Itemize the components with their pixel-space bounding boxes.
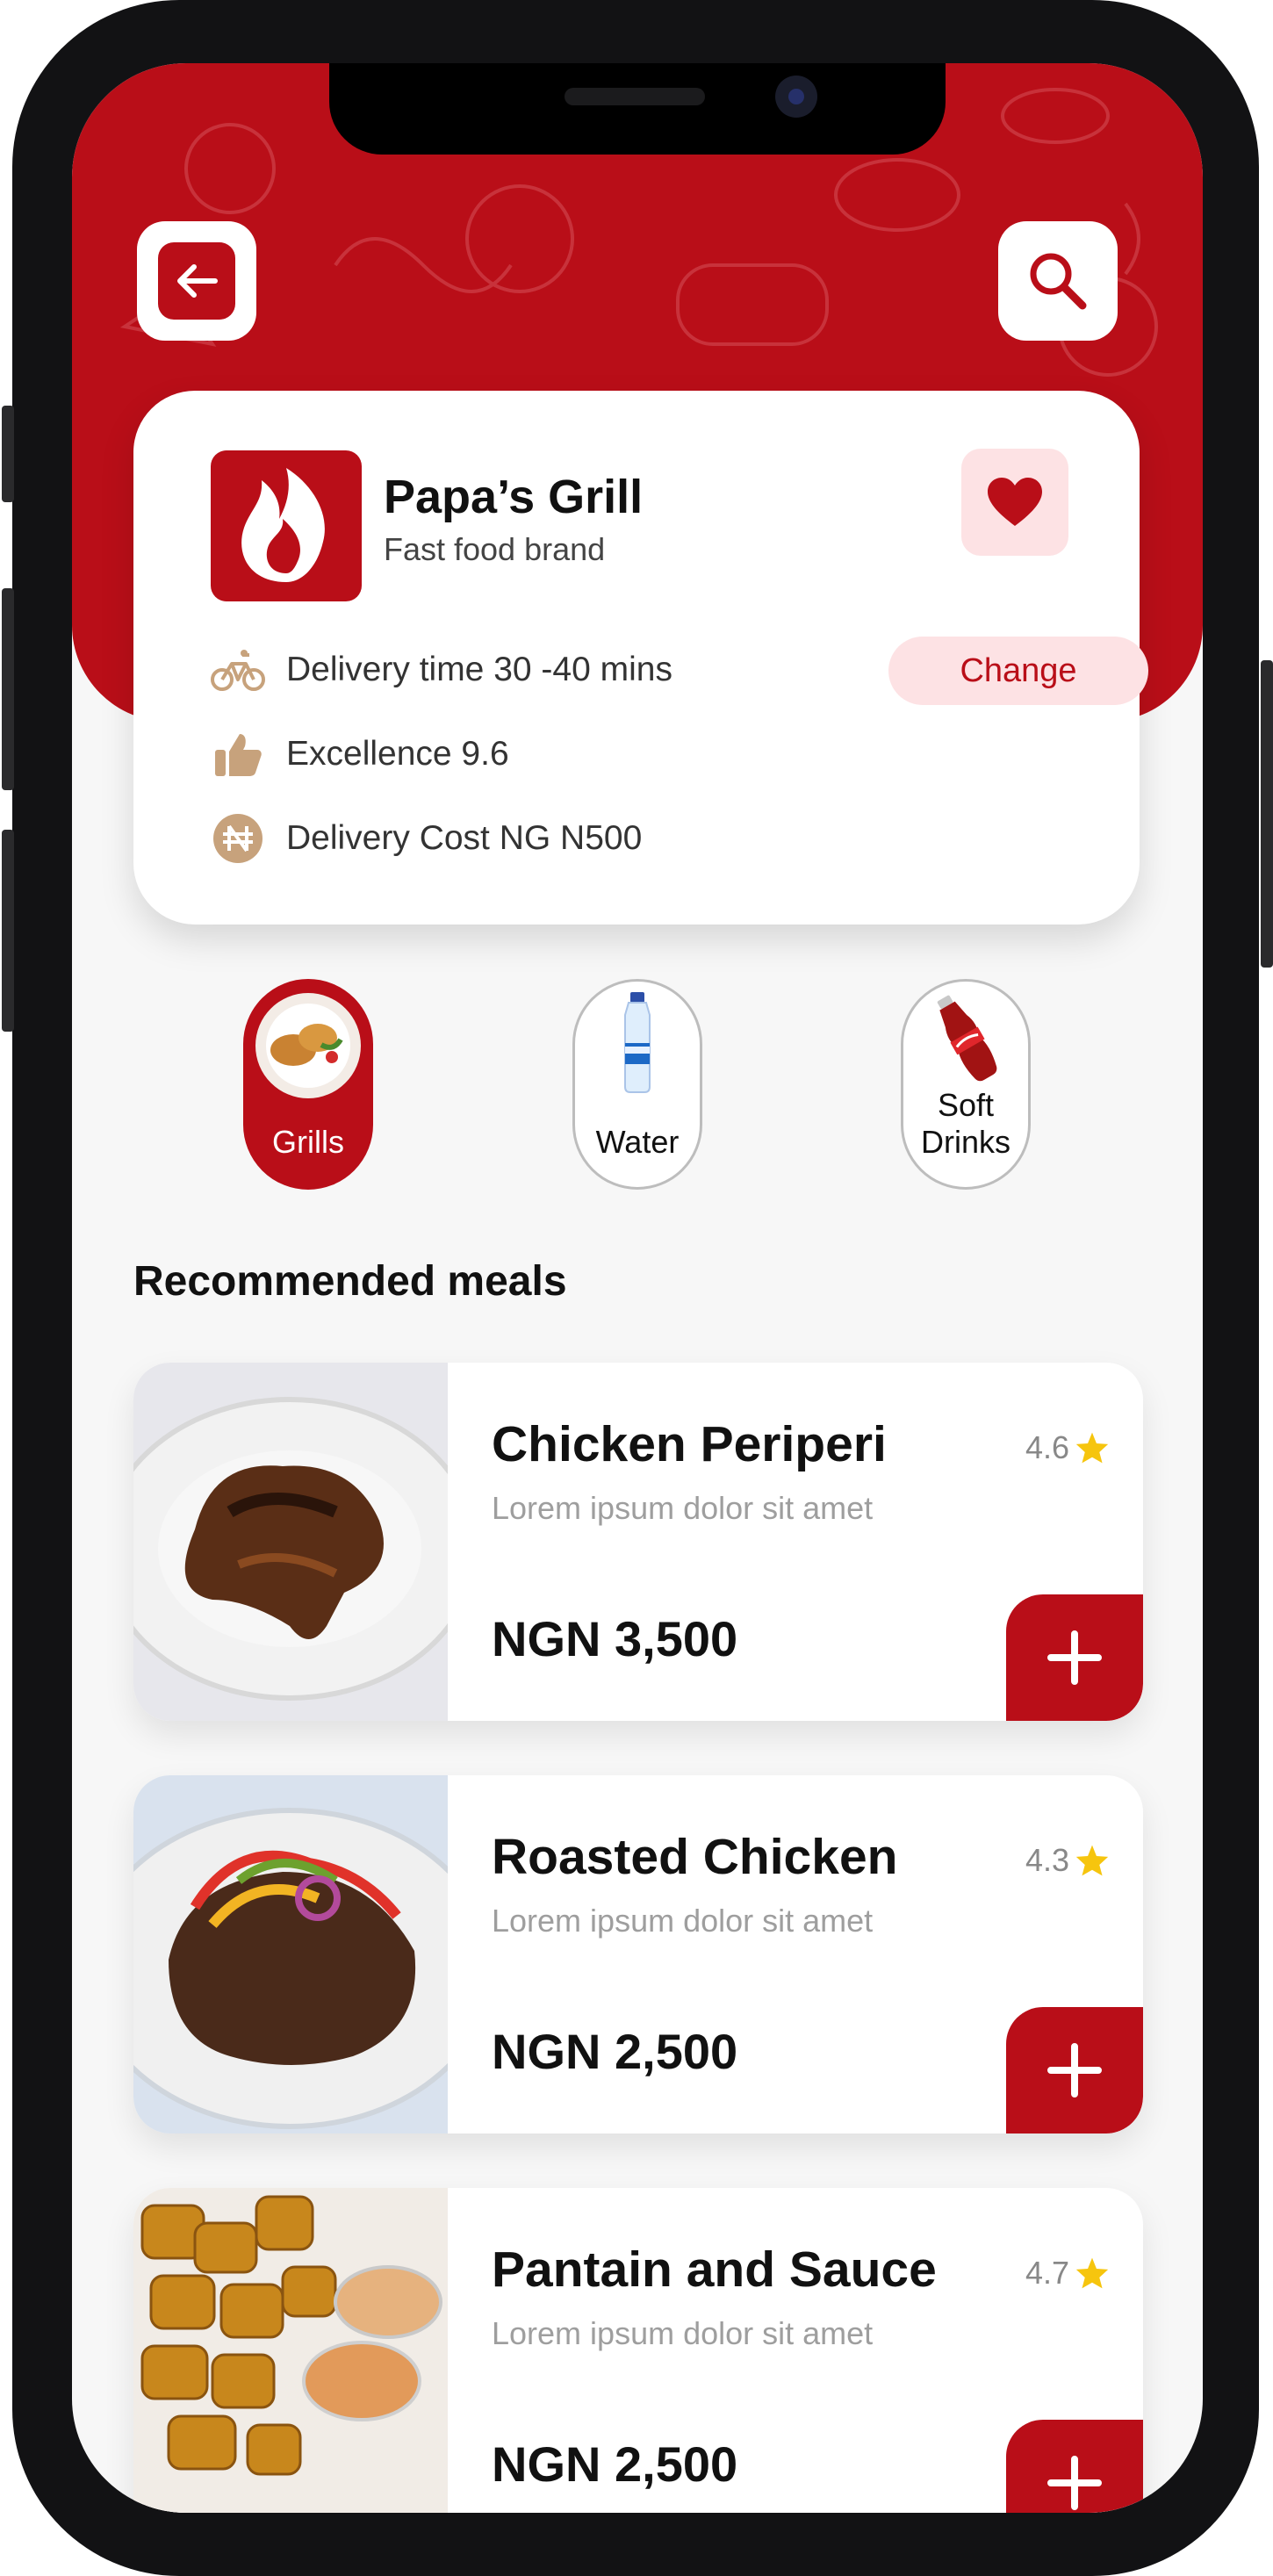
meal-card[interactable]: Pantain and Sauce 4.7 Lorem ipsum dolor … [133, 2188, 1143, 2513]
app-screen: Papa’s Grill Fast food brand Delivery ti… [72, 63, 1203, 2513]
meal-price: NGN 2,500 [492, 2024, 738, 2079]
favorite-button[interactable] [961, 449, 1068, 556]
restaurant-info-card: Papa’s Grill Fast food brand Delivery ti… [133, 391, 1148, 925]
phone-notch [329, 63, 946, 155]
back-button[interactable] [137, 221, 256, 341]
search-button[interactable] [998, 221, 1118, 341]
rating-value: 4.7 [1025, 2255, 1070, 2291]
category-label: Grills [272, 1124, 344, 1160]
meal-description: Lorem ipsum dolor sit amet [492, 1490, 874, 1526]
recommended-meals-title: Recommended meals [133, 1258, 567, 1305]
excellence-text: Excellence 9.6 [286, 735, 509, 773]
meal-image-roasted-chicken [133, 1775, 448, 2133]
meal-rating: 4.6 [1025, 1429, 1110, 1466]
plus-icon [1047, 2456, 1102, 2510]
soda-bottle-image [937, 995, 997, 1082]
search-icon [1030, 253, 1087, 310]
category-label: Water [595, 1124, 680, 1160]
delivery-time-text: Delivery time 30 -40 mins [286, 651, 672, 688]
plus-icon [1047, 2043, 1102, 2097]
meal-name: Pantain and Sauce [492, 2241, 937, 2298]
restaurant-name: Papa’s Grill [384, 471, 644, 523]
speaker-grill [565, 88, 705, 105]
add-to-cart-button[interactable] [1006, 2007, 1143, 2133]
star-icon [1075, 1432, 1109, 1464]
flame-logo-icon [241, 468, 325, 582]
thumbs-up-icon [211, 728, 265, 781]
delivery-cost-row: Delivery Cost NG N500 [211, 812, 642, 865]
add-to-cart-button[interactable] [1006, 1594, 1143, 1721]
heart-icon [988, 478, 1042, 526]
water-bottle-image [624, 992, 651, 1093]
delivery-cost-text: Delivery Cost NG N500 [286, 819, 643, 857]
category-soft-drinks[interactable]: Soft Drinks [901, 979, 1031, 1190]
meal-image-chicken-periperi [133, 1363, 448, 1721]
meal-rating: 4.3 [1025, 1842, 1110, 1879]
restaurant-type: Fast food brand [384, 531, 606, 567]
meal-description: Lorem ipsum dolor sit amet [492, 1903, 874, 1939]
meal-price: NGN 3,500 [492, 1611, 738, 1666]
meal-price: NGN 2,500 [492, 2436, 738, 2492]
power-button [1261, 660, 1273, 968]
excellence-row: Excellence 9.6 [211, 728, 509, 781]
change-button[interactable]: Change [888, 637, 1148, 705]
rating-value: 4.6 [1025, 1429, 1070, 1465]
grills-image [255, 993, 361, 1098]
meal-card[interactable]: Chicken Periperi 4.6 Lorem ipsum dolor s… [133, 1363, 1143, 1721]
arrow-left-icon [158, 242, 235, 320]
add-to-cart-button[interactable] [1006, 2420, 1143, 2513]
mute-switch [2, 406, 14, 502]
meal-card[interactable]: Roasted Chicken 4.3 Lorem ipsum dolor si… [133, 1775, 1143, 2133]
meal-name: Roasted Chicken [492, 1829, 898, 1885]
volume-up-button [2, 588, 14, 790]
naira-icon [211, 812, 265, 865]
rating-value: 4.3 [1025, 1842, 1070, 1878]
restaurant-logo [211, 450, 362, 601]
category-grills[interactable]: Grills [243, 979, 373, 1190]
volume-down-button [2, 830, 14, 1032]
category-label: Soft Drinks [920, 1087, 1010, 1160]
plus-icon [1047, 1630, 1102, 1685]
meal-image-plantain-and-sauce [133, 2188, 448, 2513]
front-camera [775, 76, 817, 118]
meal-name: Chicken Periperi [492, 1416, 887, 1472]
category-water[interactable]: Water [572, 979, 702, 1190]
meal-rating: 4.7 [1025, 2255, 1110, 2292]
meal-description: Lorem ipsum dolor sit amet [492, 2315, 874, 2351]
bicycle-icon [211, 644, 265, 696]
delivery-time-row: Delivery time 30 -40 mins [211, 644, 672, 696]
star-icon [1075, 1845, 1109, 1876]
star-icon [1075, 2257, 1109, 2289]
